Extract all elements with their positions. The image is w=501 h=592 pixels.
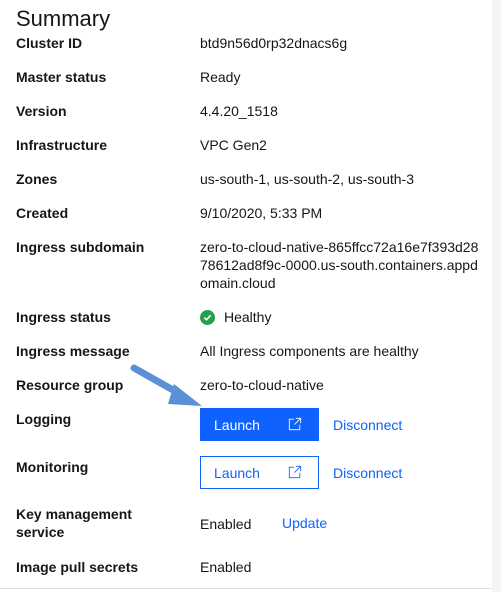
page-title: Summary <box>16 6 111 31</box>
monitoring-disconnect-link[interactable]: Disconnect <box>333 465 402 481</box>
ingress-subdomain-value: zero-to-cloud-native-865ffcc72a16e7f393d… <box>200 239 479 291</box>
key-management-label-line1: Key management <box>16 506 132 522</box>
master-status-label: Master status <box>16 69 107 85</box>
checkmark-filled-icon <box>200 309 215 325</box>
monitoring-launch-label: Launch <box>214 464 260 481</box>
key-management-label-line2: service <box>16 524 65 540</box>
ingress-message-label: Ingress message <box>16 343 130 359</box>
ingress-message-value: All Ingress components are healthy <box>200 343 419 359</box>
ingress-status-label: Ingress status <box>16 309 111 325</box>
monitoring-label: Monitoring <box>16 459 89 475</box>
ingress-status-value: Healthy <box>200 308 485 326</box>
created-value: 9/10/2020, 5:33 PM <box>200 205 323 221</box>
resource-group-value: zero-to-cloud-native <box>200 377 324 393</box>
image-pull-secrets-label: Image pull secrets <box>16 559 139 575</box>
cluster-id-label: Cluster ID <box>16 35 83 51</box>
zones-label: Zones <box>16 171 58 187</box>
infrastructure-value: VPC Gen2 <box>200 137 267 153</box>
external-link-icon <box>288 417 302 431</box>
cluster-id-value: btd9n56d0rp32dnacs6g <box>200 35 348 51</box>
ingress-status-text: Healthy <box>224 309 272 325</box>
logging-launch-label: Launch <box>214 416 260 433</box>
key-management-label: Key management service <box>16 505 132 541</box>
image-pull-secrets-value: Enabled <box>200 559 252 575</box>
logging-disconnect-link[interactable]: Disconnect <box>333 417 402 433</box>
ingress-subdomain-label: Ingress subdomain <box>16 239 145 255</box>
arrow-icon <box>130 364 202 406</box>
key-management-update-link[interactable]: Update <box>282 515 327 531</box>
monitoring-launch-button[interactable]: Launch <box>200 456 319 489</box>
bottom-divider <box>0 588 492 589</box>
logging-launch-button[interactable]: Launch <box>200 408 319 441</box>
summary-panel: Summary Cluster ID btd9n56d0rp32dnacs6g … <box>0 0 492 592</box>
version-value: 4.4.20_1518 <box>200 103 278 119</box>
created-label: Created <box>16 205 69 221</box>
master-status-value: Ready <box>200 69 241 85</box>
logging-label: Logging <box>16 411 72 427</box>
version-label: Version <box>16 103 67 119</box>
key-management-value: Enabled <box>200 516 252 532</box>
external-link-icon <box>288 465 302 479</box>
resource-group-label: Resource group <box>16 377 124 393</box>
infrastructure-label: Infrastructure <box>16 137 108 153</box>
zones-value: us-south-1, us-south-2, us-south-3 <box>200 171 414 187</box>
